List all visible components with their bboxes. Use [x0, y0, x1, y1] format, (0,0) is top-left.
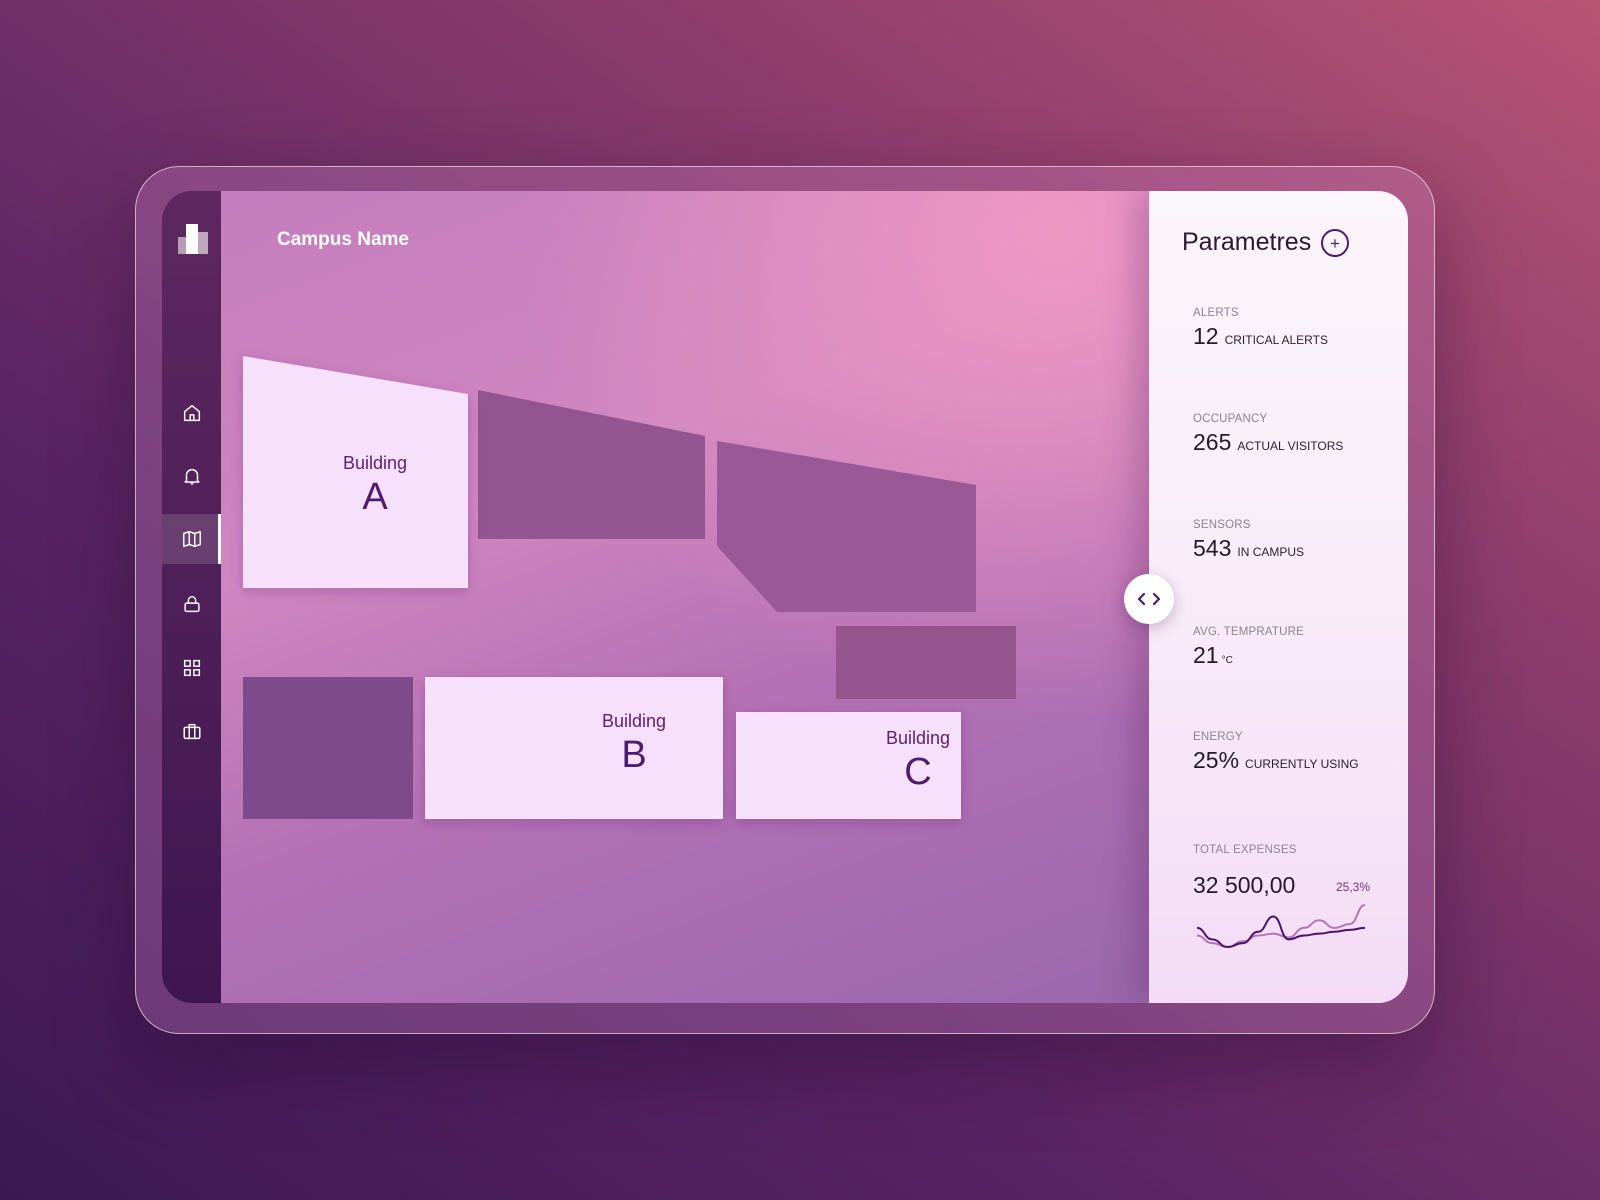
building-b[interactable] — [425, 677, 723, 819]
lock-icon — [183, 595, 200, 613]
sidebar — [162, 191, 221, 1003]
parameters-panel: Parametres + ALERTS 12 CRITICAL ALERTS OC… — [1149, 191, 1408, 1003]
bell-icon — [183, 468, 200, 485]
stat-energy[interactable]: ENERGY 25% CURRENTLY USING — [1193, 731, 1359, 774]
home-icon — [183, 404, 200, 422]
panel-title: Parametres — [1182, 228, 1312, 256]
sidebar-item-security[interactable] — [162, 579, 221, 629]
stat-temperature[interactable]: AVG. TEMPRATURE 21 °C — [1193, 626, 1304, 669]
grid-icon — [183, 659, 200, 677]
add-parameter-button[interactable]: + — [1321, 229, 1349, 257]
panel-toggle-button[interactable] — [1124, 574, 1174, 624]
building-block-dim[interactable] — [717, 441, 976, 612]
sidebar-item-home[interactable] — [162, 388, 221, 438]
campus-map-canvas — [243, 356, 1016, 819]
briefcase-icon — [182, 723, 201, 740]
building-a[interactable] — [243, 356, 468, 588]
stat-sensors[interactable]: SENSORS 543 IN CAMPUS — [1193, 519, 1304, 562]
map-icon — [182, 530, 201, 548]
sidebar-item-map[interactable] — [162, 514, 221, 564]
expense-change-percent: 25,3% — [1336, 880, 1371, 894]
app-window: Campus Name Building A Building B Buildi… — [162, 191, 1408, 1003]
sidebar-item-alerts[interactable] — [162, 451, 221, 501]
stat-expenses[interactable]: TOTAL EXPENSES 32 500,00 — [1193, 844, 1297, 899]
building-c[interactable] — [736, 712, 961, 819]
campus-map: Campus Name Building A Building B Buildi… — [221, 191, 1149, 1003]
stat-alerts[interactable]: ALERTS 12 CRITICAL ALERTS — [1193, 307, 1328, 350]
expenses-sparkline — [1196, 904, 1366, 949]
building-block-dim[interactable] — [243, 677, 413, 819]
sidebar-item-apps[interactable] — [162, 643, 221, 693]
sparkline-series-current — [1196, 915, 1366, 949]
chevrons-left-right-icon — [1137, 592, 1161, 606]
stat-occupancy[interactable]: OCCUPANCY 265 ACTUAL VISITORS — [1193, 413, 1343, 456]
building-block-dim[interactable] — [478, 390, 705, 539]
plus-icon: + — [1330, 233, 1340, 253]
building-logo-icon[interactable] — [178, 224, 210, 256]
sidebar-item-work[interactable] — [162, 706, 221, 756]
building-block-dim[interactable] — [836, 626, 1016, 699]
